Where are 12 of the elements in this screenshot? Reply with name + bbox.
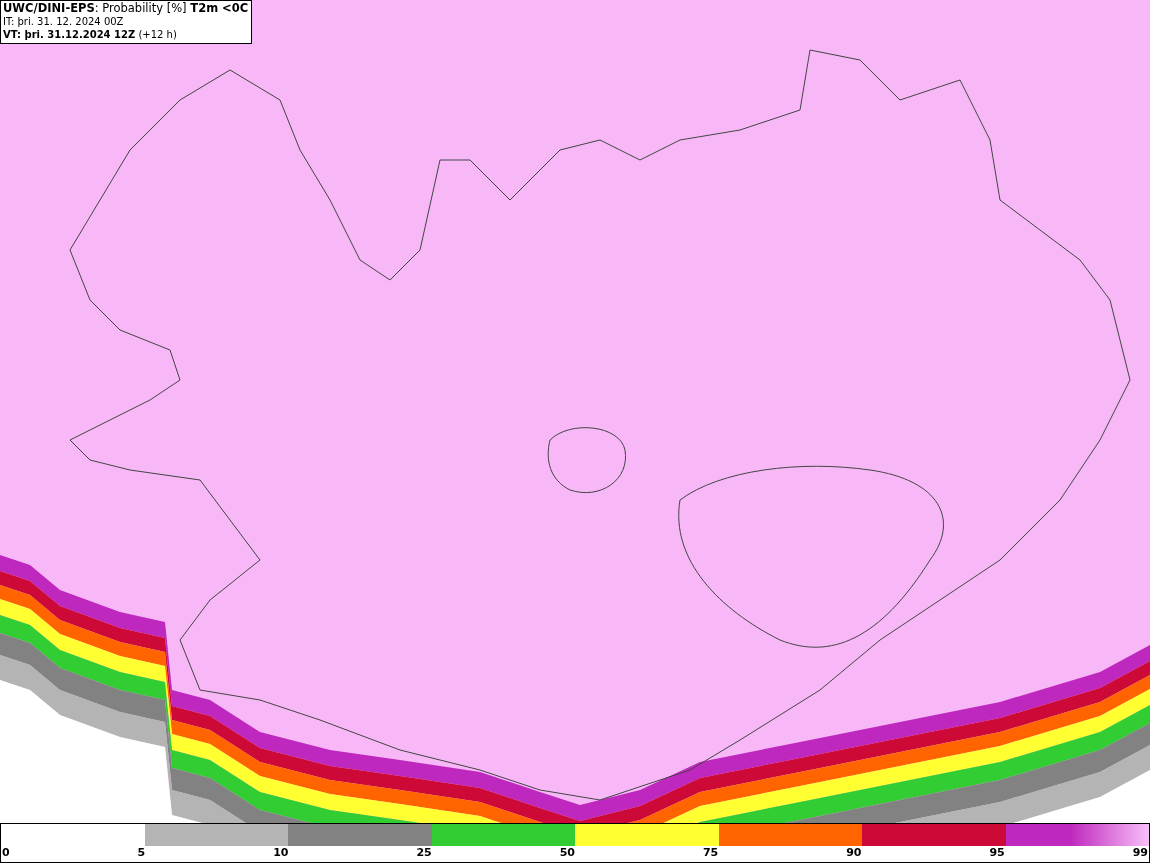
legend-label: 90 xyxy=(846,846,862,860)
legend-label: 0 xyxy=(2,846,10,860)
legend-label: 10 xyxy=(273,846,289,860)
title-line: IT: þri. 31. 12. 2024 00Z xyxy=(3,15,125,28)
title-line: UWC/DINI-EPS: Probability [%] T2m <0C xyxy=(3,2,249,15)
legend-label: 99 xyxy=(1132,846,1148,860)
legend-label: 95 xyxy=(989,846,1005,860)
legend-label: 25 xyxy=(416,846,432,860)
legend-label: 75 xyxy=(702,846,719,860)
title-line: VT: þri. 31.12.2024 12Z (+12 h) xyxy=(3,28,178,41)
legend-label: 50 xyxy=(559,846,575,860)
legend-label: 5 xyxy=(137,846,146,860)
